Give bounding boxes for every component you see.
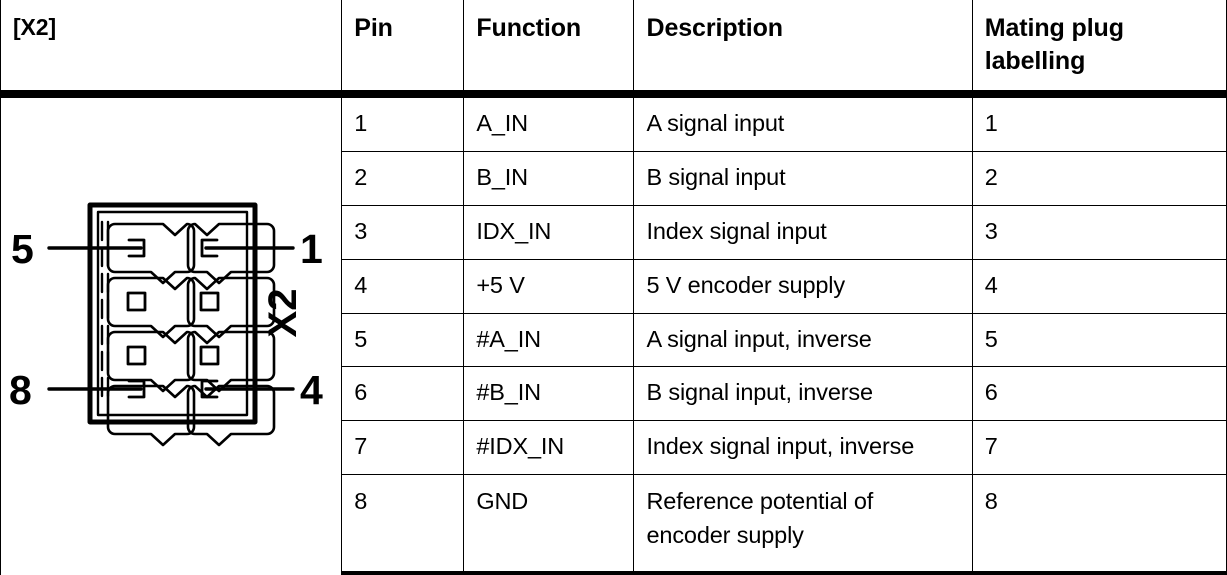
cell-mating-plug: 3 xyxy=(971,204,1227,260)
cell-pin: 5 xyxy=(341,312,465,368)
cell-pin: 6 xyxy=(341,366,465,422)
cell-description: Index signal input, inverse xyxy=(633,420,973,476)
description-value: B signal input xyxy=(646,163,786,190)
header-label-description: Description xyxy=(646,14,783,42)
cell-mating-plug: 5 xyxy=(971,312,1227,368)
contact-row-1 xyxy=(106,222,276,285)
contact-5 xyxy=(106,222,196,285)
cell-mating-plug: 4 xyxy=(971,258,1227,314)
function-value: +5 V xyxy=(476,271,525,298)
function-value: GND xyxy=(476,488,529,515)
callout-5: 5 xyxy=(11,226,34,272)
pin-sockets-leadered xyxy=(127,238,219,399)
pin-value: 3 xyxy=(354,217,368,244)
header-row: [X2] Pin Function Description Mating plu… xyxy=(0,0,1227,98)
function-value: #A_IN xyxy=(476,325,541,352)
function-value: #IDX_IN xyxy=(476,433,565,460)
description-value: 5 V encoder supply xyxy=(646,271,845,298)
description-value: Reference potential of encoder supply xyxy=(646,488,874,549)
mating-value: 1 xyxy=(984,110,998,136)
cell-pin: 2 xyxy=(341,150,465,206)
socket-6 xyxy=(126,291,147,312)
table-header-group: [X2] Pin Function Description Mating plu… xyxy=(0,0,1227,98)
description-value: B signal input, inverse xyxy=(646,379,873,406)
cell-description: B signal input, inverse xyxy=(633,366,973,422)
function-value: A_IN xyxy=(476,110,529,136)
mating-value: 6 xyxy=(984,379,998,406)
connector-drawing: 5 1 8 4 X2 xyxy=(1,98,342,575)
cell-pin: 7 xyxy=(341,420,465,476)
connector-schematic-svg: 5 1 8 4 X2 xyxy=(9,202,323,447)
contact-row-2 xyxy=(106,276,276,339)
cell-mating-plug: 7 xyxy=(971,420,1227,476)
header-cell-description: Description xyxy=(633,0,973,98)
cell-pin: 8 xyxy=(341,474,465,575)
mating-value: 7 xyxy=(984,433,998,460)
mating-value: 8 xyxy=(984,488,998,515)
table-row: 5 1 8 4 X2 1 A_IN A signal input 1 xyxy=(0,93,1227,575)
callout-8: 8 xyxy=(9,367,32,413)
cell-function: #B_IN xyxy=(463,366,635,422)
description-value: A signal input, inverse xyxy=(646,325,872,352)
cell-description: A signal input xyxy=(633,93,973,152)
cell-mating-plug: 2 xyxy=(971,150,1227,206)
pinout-table: [X2] Pin Function Description Mating plu… xyxy=(0,0,1227,575)
header-label-mating-plug: Mating plug labelling xyxy=(984,14,1124,75)
cell-function: #IDX_IN xyxy=(463,420,635,476)
function-value: B_IN xyxy=(476,163,529,190)
pin-value: 8 xyxy=(354,488,368,515)
header-label-pin: Pin xyxy=(354,14,393,42)
pin-value: 1 xyxy=(354,110,368,136)
callout-4: 4 xyxy=(300,367,323,413)
table-body-group: 5 1 8 4 X2 1 A_IN A signal input 1 2 B_I… xyxy=(0,93,1227,575)
contact-7 xyxy=(106,330,196,393)
header-label-function: Function xyxy=(476,14,582,42)
connector-diagram-cell: 5 1 8 4 X2 xyxy=(0,93,343,575)
pin-value: 4 xyxy=(354,271,368,298)
contact-6 xyxy=(106,276,196,339)
mating-value: 4 xyxy=(984,271,998,298)
mating-value: 2 xyxy=(984,163,998,190)
cell-pin: 4 xyxy=(341,258,465,314)
function-value: #B_IN xyxy=(476,379,541,406)
pin-value: 6 xyxy=(354,379,368,406)
header-cell-connector-tag: [X2] xyxy=(0,0,343,98)
cell-mating-plug: 6 xyxy=(971,366,1227,422)
socket-2 xyxy=(199,291,220,312)
connector-designator-label: X2 xyxy=(261,289,305,338)
header-cell-function: Function xyxy=(463,0,635,98)
pin-value: 2 xyxy=(354,163,368,190)
cell-function: A_IN xyxy=(463,93,635,152)
header-cell-pin: Pin xyxy=(341,0,465,98)
cell-description: Index signal input xyxy=(633,204,973,260)
description-value: Index signal input, inverse xyxy=(646,433,915,460)
cell-pin: 3 xyxy=(341,204,465,260)
header-cell-mating-plug: Mating plug labelling xyxy=(971,0,1227,98)
socket-3 xyxy=(199,345,220,366)
function-value: IDX_IN xyxy=(476,217,552,244)
pin-value: 5 xyxy=(354,325,368,352)
socket-7 xyxy=(126,345,147,366)
cell-description: B signal input xyxy=(633,150,973,206)
cell-description: 5 V encoder supply xyxy=(633,258,973,314)
cell-pin: 1 xyxy=(341,93,465,152)
cell-function: IDX_IN xyxy=(463,204,635,260)
mating-value: 3 xyxy=(984,217,998,244)
connector-tag-label: [X2] xyxy=(13,14,57,40)
pinout-sheet: [X2] Pin Function Description Mating plu… xyxy=(0,0,1227,575)
cell-description: A signal input, inverse xyxy=(633,312,973,368)
description-value: A signal input xyxy=(646,110,785,136)
cell-function: #A_IN xyxy=(463,312,635,368)
pin-value: 7 xyxy=(354,433,368,460)
description-value: Index signal input xyxy=(646,217,827,244)
callout-1: 1 xyxy=(300,226,323,272)
cell-function: GND xyxy=(463,474,635,575)
cell-function: B_IN xyxy=(463,150,635,206)
cell-function: +5 V xyxy=(463,258,635,314)
cell-description: Reference potential of encoder supply xyxy=(633,474,973,575)
mating-value: 5 xyxy=(984,325,998,352)
cell-mating-plug: 1 xyxy=(971,93,1227,152)
cell-mating-plug: 8 xyxy=(971,474,1227,575)
